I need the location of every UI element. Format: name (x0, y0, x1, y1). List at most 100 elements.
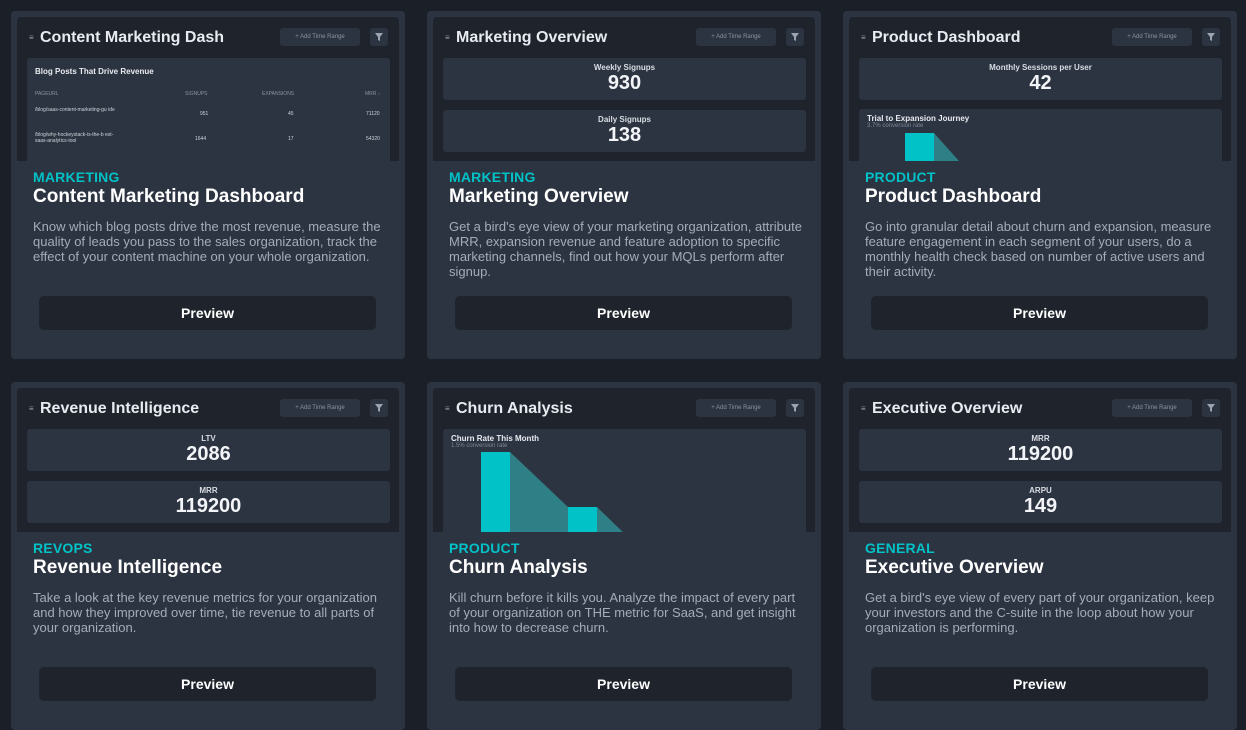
template-card-executive-overview[interactable]: ≡ Executive Overview + Add Time Range MR… (843, 382, 1237, 730)
add-time-range-button: + Add Time Range (696, 399, 776, 417)
metric-label: Daily Signups (598, 115, 651, 124)
menu-icon: ≡ (29, 33, 34, 42)
template-description: Take a look at the key revenue metrics f… (33, 590, 377, 635)
table-cell: /blog/why-hockeystack-is-the-b est-saas-… (35, 132, 114, 144)
table-cell: 1644 (195, 136, 207, 142)
preview-title: Churn Analysis (456, 400, 573, 417)
template-description: Kill churn before it kills you. Analyze … (449, 590, 796, 635)
funnel-subtitle: 3.7% conversion rate (867, 123, 924, 129)
add-time-range-button: + Add Time Range (1112, 28, 1192, 46)
menu-icon: ≡ (445, 404, 450, 413)
template-name: Churn Analysis (449, 557, 588, 578)
add-time-range-button: + Add Time Range (280, 28, 360, 46)
menu-icon: ≡ (861, 33, 866, 42)
funnel-bar (481, 452, 510, 532)
table-cell: /blog/saas-content-marketing-gu ide (35, 107, 115, 113)
category-tag: MARKETING (449, 169, 536, 185)
funnel-bar (905, 133, 934, 161)
preview-title: Revenue Intelligence (40, 400, 200, 417)
metric-label: MRR (1031, 434, 1050, 443)
metric-label: Weekly Signups (593, 63, 656, 72)
template-card-product-dashboard[interactable]: ≡ Product Dashboard + Add Time Range Mon… (843, 11, 1237, 359)
category-tag: PRODUCT (449, 540, 520, 556)
template-card-marketing-overview[interactable]: ≡ Marketing Overview + Add Time Range We… (427, 11, 821, 359)
table-header: EXPANSIONS (262, 91, 295, 97)
filter-icon (786, 399, 804, 417)
metric-tile: MRR 119200 (859, 429, 1222, 471)
template-description: Get a bird's eye view of your marketing … (449, 219, 802, 279)
table-cell: 54320 (366, 136, 380, 142)
filter-icon (1202, 28, 1220, 46)
table-header: MRR ↓ (365, 91, 381, 97)
add-time-range-button: + Add Time Range (1112, 399, 1192, 417)
funnel-title: Churn Rate This Month (451, 434, 539, 443)
preview-title: Product Dashboard (872, 29, 1021, 46)
table-header: PAGEURL (35, 91, 59, 97)
metric-tile: ARPU 149 (859, 481, 1222, 523)
preview-title: Content Marketing Dash (40, 29, 225, 46)
funnel-chart: Trial to Expansion Journey 3.7% conversi… (859, 109, 1222, 161)
metric-value: 42 (1029, 72, 1052, 94)
menu-icon: ≡ (445, 33, 450, 42)
template-card-content-marketing[interactable]: ≡ Content Marketing Dash + Add Time Rang… (11, 11, 405, 359)
add-time-range-button: + Add Time Range (696, 28, 776, 46)
funnel-dropoff (510, 452, 568, 532)
dashboard-preview: ≡ Executive Overview + Add Time Range MR… (849, 388, 1231, 532)
preview-title: Marketing Overview (456, 29, 608, 46)
metric-label: Monthly Sessions per User (989, 63, 1092, 72)
preview-button[interactable]: Preview (871, 296, 1208, 330)
funnel-title: Trial to Expansion Journey (867, 114, 970, 123)
filter-icon (1202, 399, 1220, 417)
template-name: Revenue Intelligence (33, 557, 223, 578)
menu-icon: ≡ (29, 404, 34, 413)
metric-tile: MRR 119200 (27, 481, 390, 523)
metric-tile: Weekly Signups 930 (443, 58, 806, 100)
dashboard-preview: ≡ Churn Analysis + Add Time Range Churn … (433, 388, 815, 532)
preview-header: ≡ Product Dashboard + Add Time Range (849, 17, 1231, 57)
preview-button[interactable]: Preview (39, 667, 376, 701)
table-cell: 45 (288, 111, 294, 117)
table-cell: 17 (288, 136, 294, 142)
preview-table: Blog Posts That Drive Revenue PAGEURL SI… (27, 58, 390, 161)
preview-button[interactable]: Preview (455, 296, 792, 330)
template-description: Go into granular detail about churn and … (865, 219, 1212, 279)
preview-header: ≡ Content Marketing Dash + Add Time Rang… (17, 17, 399, 57)
metric-value: 119200 (175, 495, 242, 517)
table-title: Blog Posts That Drive Revenue (35, 67, 154, 76)
metric-value: 149 (1023, 495, 1058, 517)
metric-value: 138 (607, 124, 642, 146)
template-name: Product Dashboard (865, 186, 1042, 207)
funnel-bar (568, 507, 597, 532)
template-name: Content Marketing Dashboard (33, 186, 305, 207)
preview-title: Executive Overview (872, 400, 1023, 417)
metric-tile: LTV 2086 (27, 429, 390, 471)
template-card-revenue-intelligence[interactable]: ≡ Revenue Intelligence + Add Time Range … (11, 382, 405, 730)
menu-icon: ≡ (861, 404, 866, 413)
dashboard-preview: ≡ Product Dashboard + Add Time Range Mon… (849, 17, 1231, 161)
preview-header: ≡ Executive Overview + Add Time Range (849, 388, 1231, 428)
metric-tile: Daily Signups 138 (443, 110, 806, 152)
metric-tile: Monthly Sessions per User 42 (859, 58, 1222, 100)
funnel-subtitle: 1.5% conversion rate (451, 443, 508, 449)
preview-header: ≡ Marketing Overview + Add Time Range (433, 17, 815, 57)
table-cell: 951 (200, 111, 209, 117)
funnel-dropoff (934, 133, 959, 161)
category-tag: PRODUCT (865, 169, 936, 185)
table-header: SIGNUPS (185, 91, 208, 97)
funnel-dropoff (597, 507, 623, 532)
funnel-chart: Churn Rate This Month 1.5% conversion ra… (443, 429, 806, 532)
template-card-churn-analysis[interactable]: ≡ Churn Analysis + Add Time Range Churn … (427, 382, 821, 730)
preview-button[interactable]: Preview (455, 667, 792, 701)
metric-label: LTV (201, 434, 216, 443)
metric-value: 2086 (186, 443, 231, 465)
template-description: Get a bird's eye view of every part of y… (865, 590, 1215, 635)
add-time-range-button: + Add Time Range (280, 399, 360, 417)
preview-button[interactable]: Preview (39, 296, 376, 330)
metric-label: MRR (199, 486, 218, 495)
filter-icon (370, 28, 388, 46)
dashboard-preview: ≡ Marketing Overview + Add Time Range We… (433, 17, 815, 161)
category-tag: MARKETING (33, 169, 120, 185)
preview-button[interactable]: Preview (871, 667, 1208, 701)
category-tag: REVOPS (33, 540, 93, 556)
dashboard-preview: ≡ Revenue Intelligence + Add Time Range … (17, 388, 399, 532)
